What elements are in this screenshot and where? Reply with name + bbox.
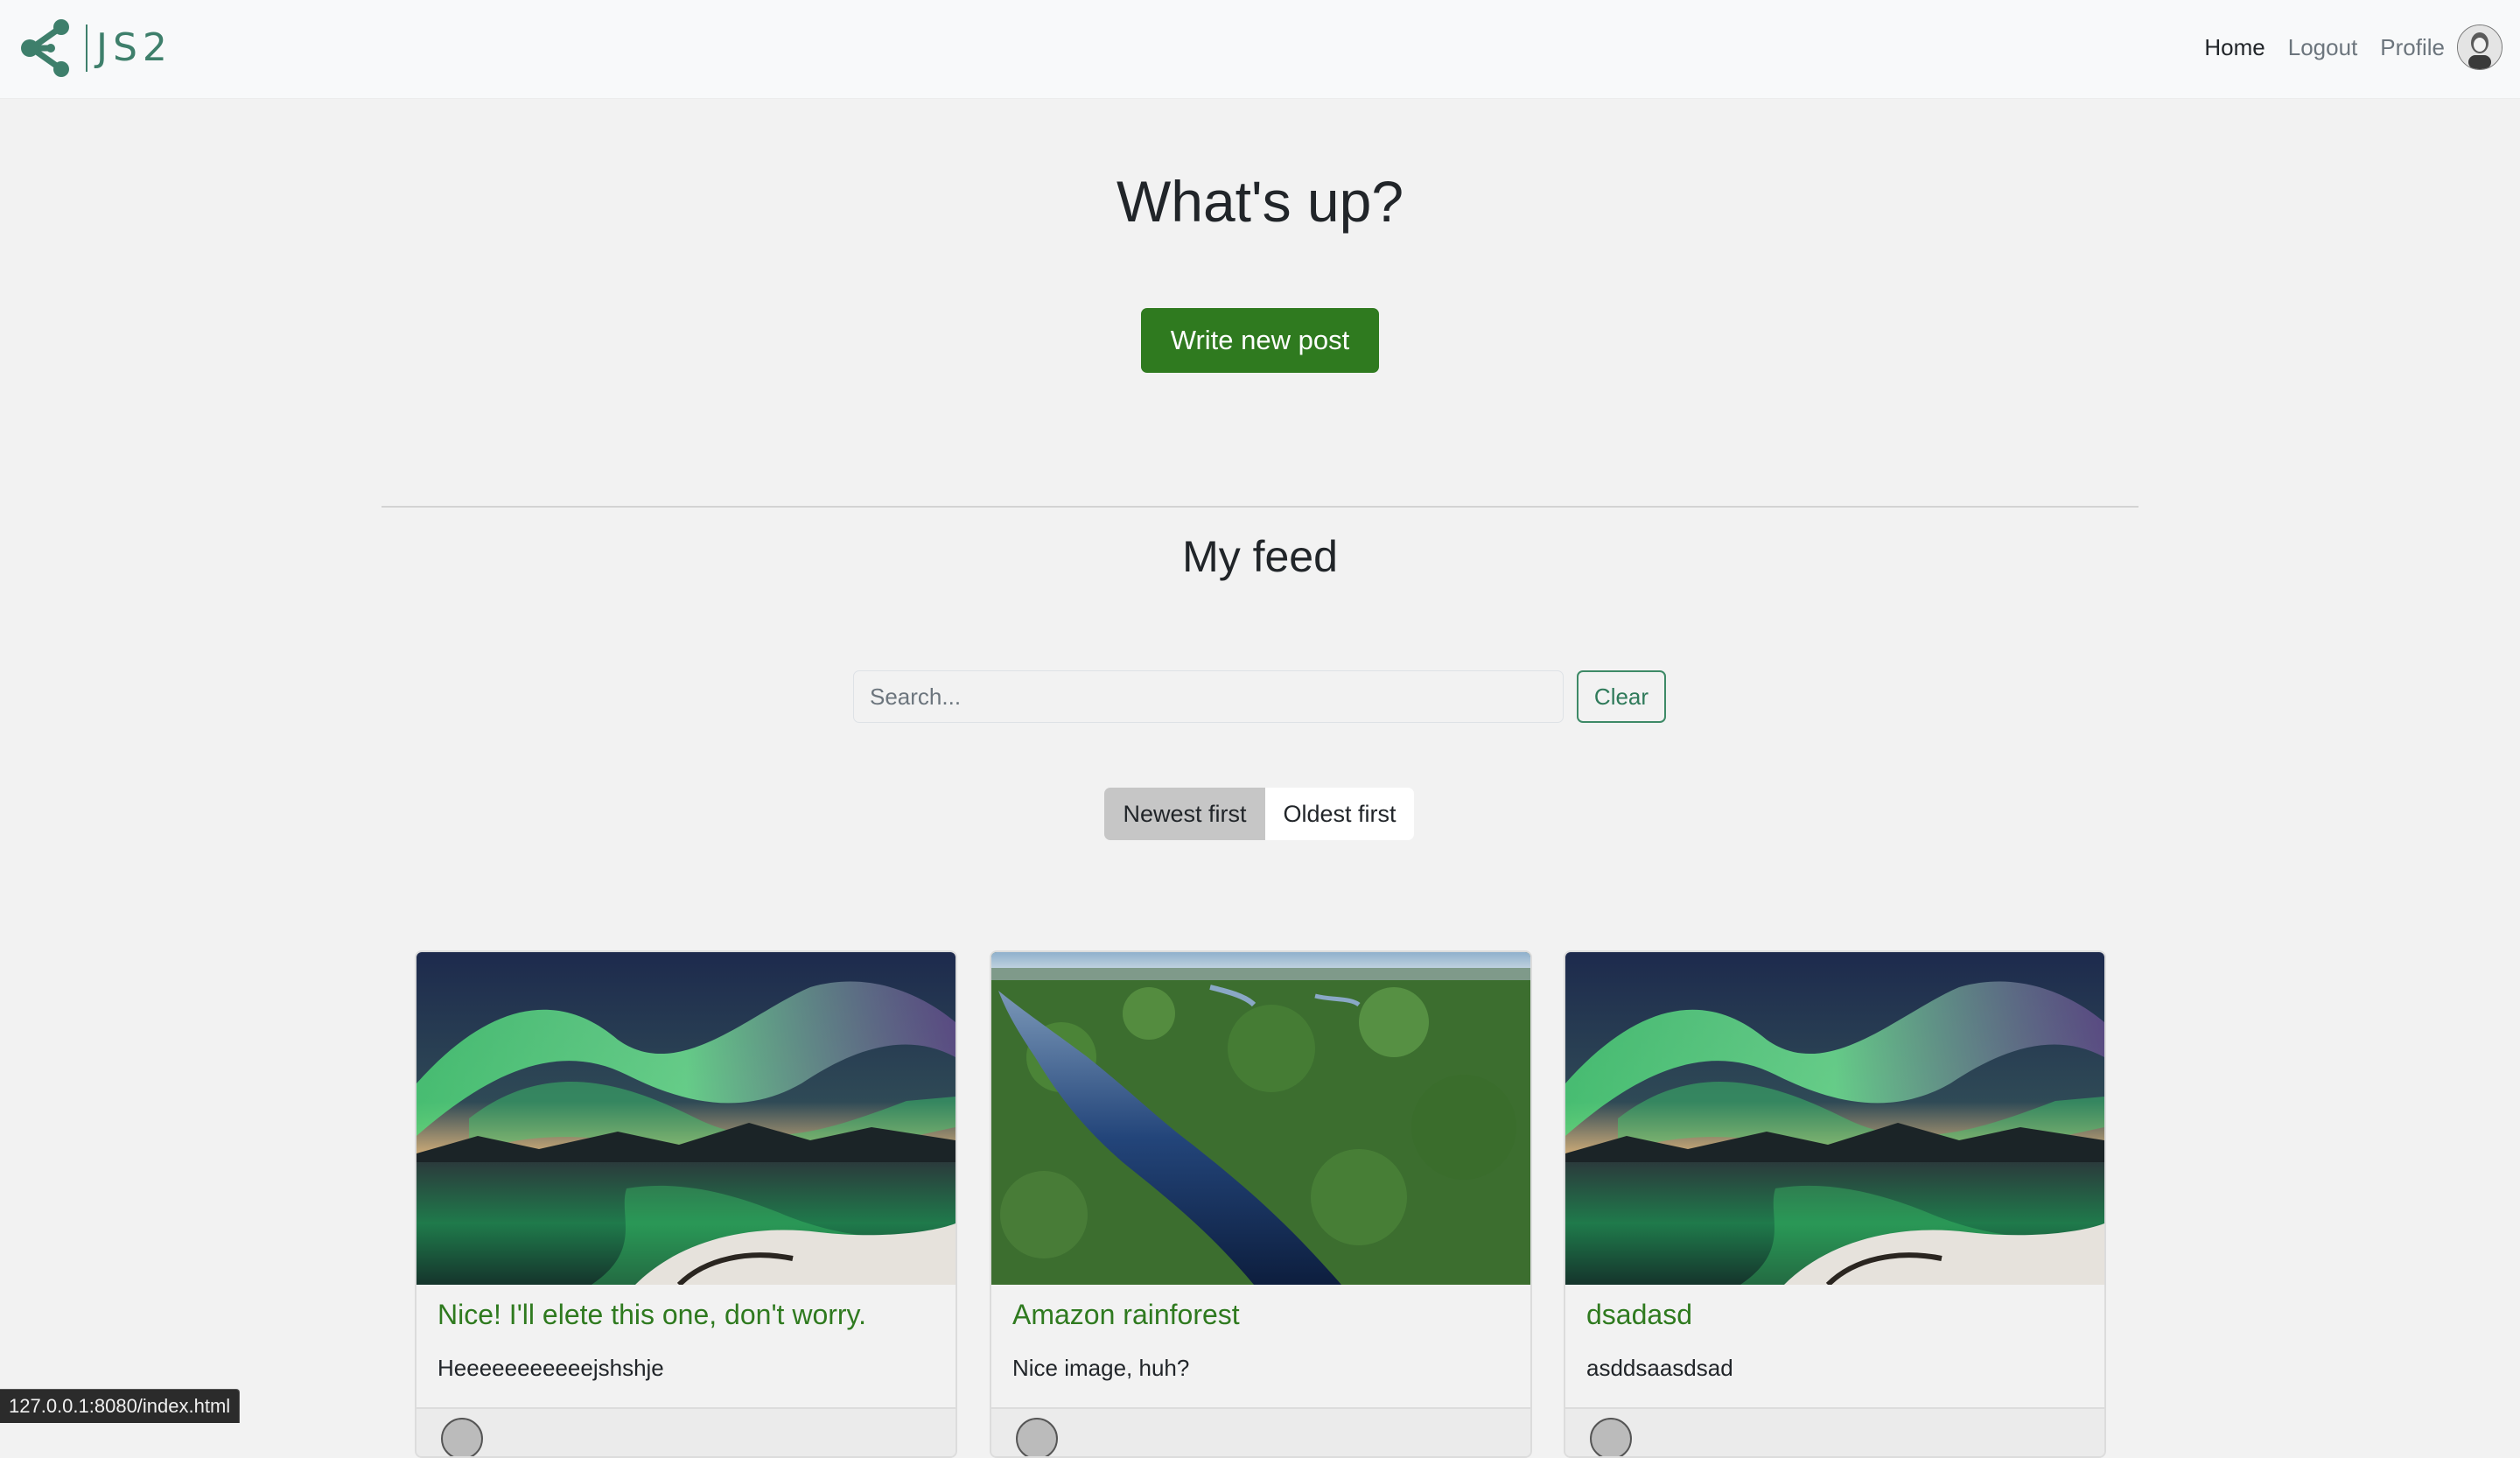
clear-search-button[interactable]: Clear <box>1577 670 1666 723</box>
nav-home-link[interactable]: Home <box>2204 34 2264 61</box>
nav-logout-link[interactable]: Logout <box>2288 34 2358 61</box>
post-title[interactable]: Nice! I'll elete this one, don't worry. <box>438 1299 866 1331</box>
share-nodes-icon <box>21 19 69 77</box>
author-avatar[interactable] <box>441 1418 483 1456</box>
post-card[interactable]: Nice! I'll elete this one, don't worry. … <box>415 950 957 1458</box>
post-card[interactable]: Amazon rainforest Nice image, huh? <box>990 950 1532 1458</box>
brand-logo[interactable]: JS2 <box>19 18 172 79</box>
brand-divider <box>86 25 88 72</box>
post-footer <box>1565 1407 2104 1456</box>
write-new-post-button[interactable]: Write new post <box>1141 308 1379 373</box>
page-heading: What's up? <box>1116 169 1404 234</box>
author-avatar[interactable] <box>1016 1418 1058 1456</box>
post-footer <box>416 1407 956 1456</box>
post-body: Heeeeeeeeeeejshshje <box>438 1355 664 1381</box>
search-input[interactable] <box>853 670 1564 723</box>
author-avatar[interactable] <box>1590 1418 1632 1456</box>
post-footer <box>991 1407 1530 1456</box>
status-bar-url: 127.0.0.1:8080/index.html <box>0 1389 241 1423</box>
feed-heading: My feed <box>1182 532 1338 581</box>
user-portrait-icon <box>2458 25 2502 69</box>
post-image-aurora <box>1565 952 2104 1285</box>
post-title[interactable]: dsadasd <box>1586 1299 1692 1331</box>
sort-newest-button[interactable]: Newest first <box>1104 788 1265 840</box>
brand-name: JS2 <box>96 25 172 70</box>
post-image-rainforest <box>991 952 1530 1285</box>
nav-links: Home Logout Profile <box>2204 23 2502 72</box>
user-avatar[interactable] <box>2457 25 2502 70</box>
section-divider <box>382 506 2138 508</box>
post-image-aurora <box>416 952 956 1285</box>
post-title[interactable]: Amazon rainforest <box>1012 1299 1240 1331</box>
post-card[interactable]: dsadasd asddsaasdsad <box>1564 950 2106 1458</box>
top-navbar: JS2 Home Logout Profile <box>0 0 2520 99</box>
nav-profile-link[interactable]: Profile <box>2380 34 2445 61</box>
post-body: asddsaasdsad <box>1586 1355 1733 1381</box>
sort-toggle-group: Newest first Oldest first <box>1104 788 1414 840</box>
post-body: Nice image, huh? <box>1012 1355 1190 1381</box>
sort-oldest-button[interactable]: Oldest first <box>1265 788 1414 840</box>
